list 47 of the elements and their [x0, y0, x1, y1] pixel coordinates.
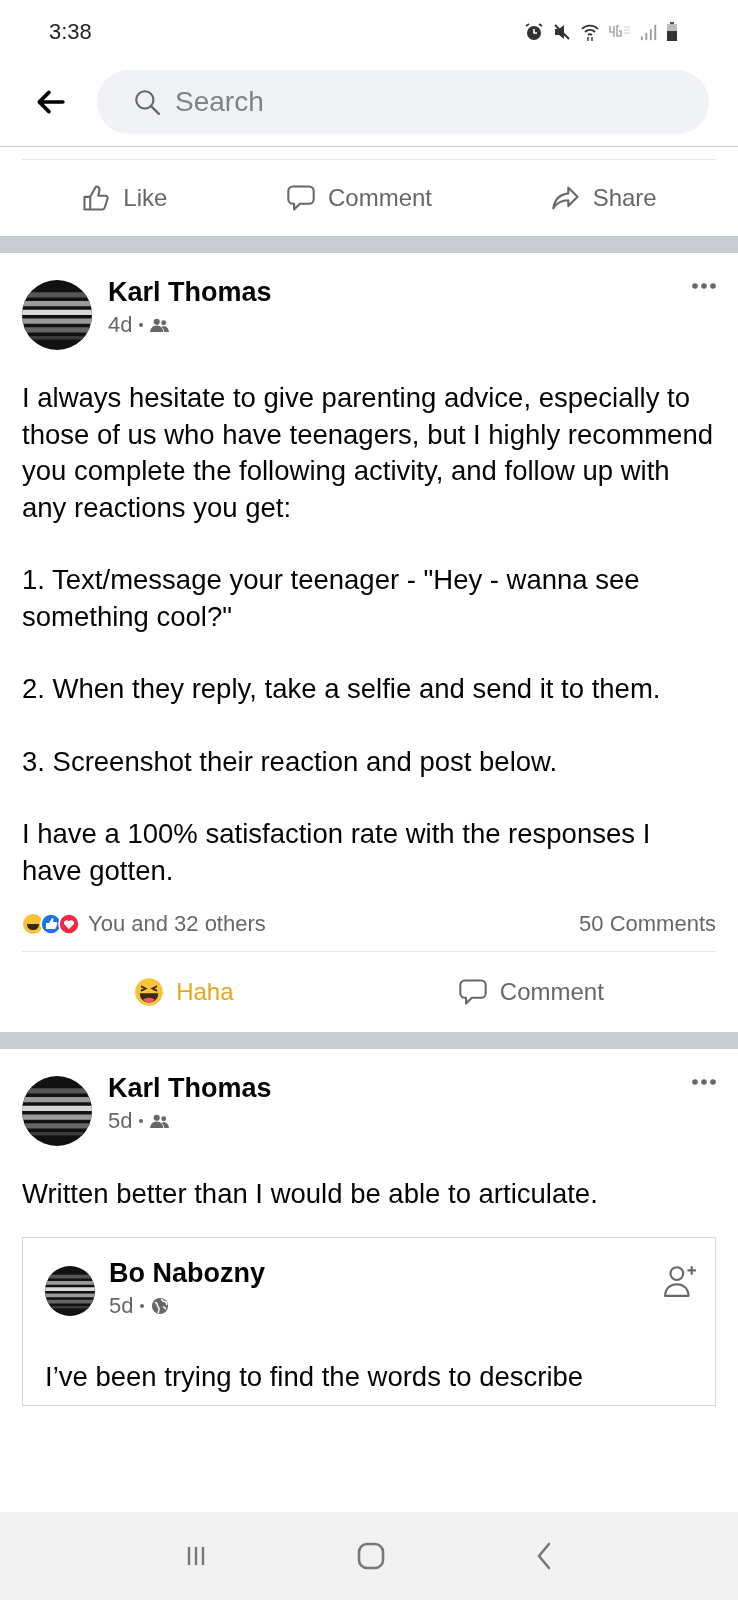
recent-apps-icon[interactable]: [185, 1545, 206, 1567]
separator-dot: [139, 323, 144, 327]
author-name[interactable]: Bo Nabozny: [109, 1257, 649, 1289]
network-type-icon: [608, 25, 632, 39]
globe-icon: [151, 1296, 170, 1315]
people-icon: [150, 317, 170, 333]
more-options-icon[interactable]: [692, 1079, 716, 1085]
signal-icon: [640, 23, 658, 41]
author-name[interactable]: Karl Thomas: [108, 277, 676, 308]
search-field[interactable]: Search: [97, 70, 709, 134]
reaction-emoji-icons: [22, 913, 80, 935]
post-time[interactable]: 5d: [108, 1108, 133, 1134]
back-arrow-icon[interactable]: [35, 89, 65, 115]
more-options-icon[interactable]: [692, 283, 716, 289]
laughing-emoji-icon: [134, 977, 165, 1007]
comment-button[interactable]: Comment: [447, 971, 614, 1013]
separator-dot: [140, 1303, 145, 1308]
post-text: Written better than I would be able to articulate.: [22, 1177, 599, 1211]
search-icon: [133, 88, 161, 116]
speech-bubble-icon: [285, 183, 316, 213]
post-time[interactable]: 4d: [108, 312, 133, 338]
back-icon[interactable]: [536, 1542, 553, 1570]
people-icon: [150, 1113, 170, 1129]
post-text: 3. Screenshot their reaction and post below.: [22, 744, 559, 779]
reaction-summary[interactable]: You and 32 others: [88, 911, 266, 937]
add-friend-icon[interactable]: [663, 1263, 697, 1298]
post-text: 2. When they reply, take a selfie and send it to them.: [22, 672, 662, 706]
speech-bubble-icon: [457, 977, 488, 1007]
separator-dot: [139, 1119, 144, 1123]
post-text: I always hesitate to give parenting advice, especially to those of us who have teenagers, but I highly recommend you complete the following activity, and follow up with any reactions you get:: [22, 381, 714, 525]
like-button[interactable]: Like: [71, 177, 178, 219]
post-text: I have a 100% satisfaction rate with the responses I have gotten.: [22, 817, 652, 888]
post-text: I’ve been trying to find the words to describe: [45, 1359, 585, 1394]
author-name[interactable]: Karl Thomas: [108, 1073, 676, 1104]
thumbs-up-icon: [81, 183, 112, 213]
post-text: 1. Text/message your teenager - "Hey - wanna see something cool?": [22, 563, 641, 634]
shared-post-card[interactable]: Bo Nabozny 5d I’ve been trying to find the words to describe: [22, 1236, 716, 1406]
post-time[interactable]: 5d: [109, 1292, 134, 1319]
alarm-icon: [524, 22, 544, 42]
wifi-icon: [580, 22, 600, 42]
battery-icon: [666, 22, 678, 42]
comment-count[interactable]: 50 Comments: [579, 911, 716, 937]
comment-button[interactable]: Comment: [275, 177, 442, 219]
mute-icon: [552, 22, 572, 42]
share-button[interactable]: Share: [540, 177, 667, 219]
status-time: 3:38: [49, 19, 92, 45]
home-icon[interactable]: [357, 1542, 385, 1570]
